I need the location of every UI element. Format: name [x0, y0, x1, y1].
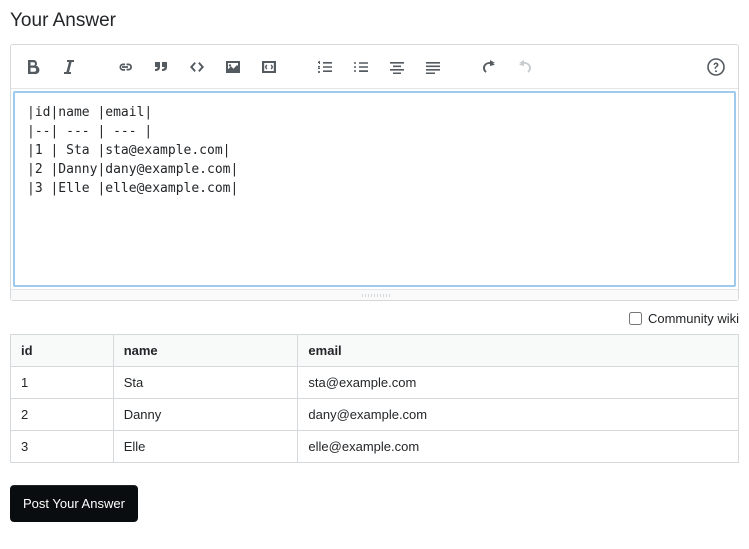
link-icon[interactable]	[111, 53, 139, 81]
cell: Danny	[113, 399, 298, 431]
editor-toolbar	[11, 45, 738, 89]
community-wiki-row: Community wiki	[10, 311, 739, 326]
ordered-list-icon[interactable]	[311, 53, 339, 81]
image-icon[interactable]	[219, 53, 247, 81]
resize-grippie[interactable]	[11, 289, 738, 300]
bold-icon[interactable]	[19, 53, 47, 81]
undo-icon[interactable]	[475, 53, 503, 81]
quote-icon[interactable]	[147, 53, 175, 81]
cell: 3	[11, 431, 114, 463]
community-wiki-label[interactable]: Community wiki	[648, 311, 739, 326]
preview-table: id name email 1 Sta sta@example.com 2 Da…	[10, 334, 739, 463]
cell: 2	[11, 399, 114, 431]
col-id: id	[11, 335, 114, 367]
post-answer-button[interactable]: Post Your Answer	[10, 485, 138, 522]
col-email: email	[298, 335, 739, 367]
help-icon[interactable]	[702, 53, 730, 81]
table-header-row: id name email	[11, 335, 739, 367]
page-title: Your Answer	[10, 10, 739, 32]
snippet-icon[interactable]	[255, 53, 283, 81]
unordered-list-icon[interactable]	[347, 53, 375, 81]
editor-textarea[interactable]: |id|name |email| |--| --- | --- | |1 | S…	[13, 91, 736, 287]
table-row: 2 Danny dany@example.com	[11, 399, 739, 431]
cell: Elle	[113, 431, 298, 463]
table-row: 1 Sta sta@example.com	[11, 367, 739, 399]
community-wiki-checkbox[interactable]	[629, 312, 642, 325]
cell: elle@example.com	[298, 431, 739, 463]
redo-icon	[511, 53, 539, 81]
justify-icon[interactable]	[419, 53, 447, 81]
cell: dany@example.com	[298, 399, 739, 431]
cell: 1	[11, 367, 114, 399]
align-icon[interactable]	[383, 53, 411, 81]
cell: Sta	[113, 367, 298, 399]
code-icon[interactable]	[183, 53, 211, 81]
editor-container: |id|name |email| |--| --- | --- | |1 | S…	[10, 44, 739, 301]
table-row: 3 Elle elle@example.com	[11, 431, 739, 463]
col-name: name	[113, 335, 298, 367]
italic-icon[interactable]	[55, 53, 83, 81]
cell: sta@example.com	[298, 367, 739, 399]
